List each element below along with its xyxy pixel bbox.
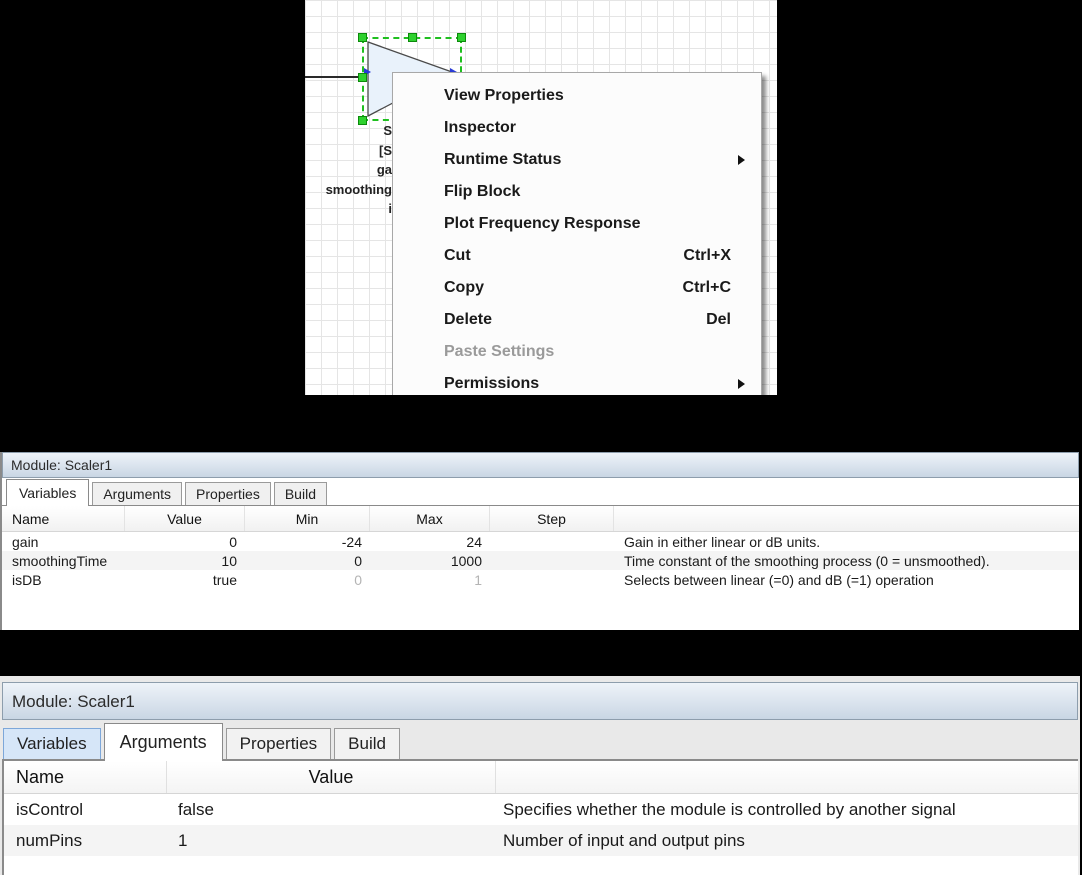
table-row[interactable]: numPins 1 Number of input and output pin…: [4, 825, 1078, 856]
menu-item-shortcut: Ctrl+X: [683, 240, 731, 272]
menu-item-label: Delete: [444, 311, 492, 328]
block-caption-line: smoothing: [323, 180, 392, 200]
menu-item-shortcut: Ctrl+C: [683, 272, 731, 304]
table-row[interactable]: smoothingTime 10 0 1000 Time constant of…: [2, 551, 1079, 570]
tab-variables[interactable]: Variables: [3, 728, 101, 759]
block-caption: S [S ga smoothing i: [323, 121, 392, 219]
column-header-min: Min: [245, 506, 370, 531]
variable-name: smoothingTime: [2, 553, 125, 569]
block-caption-line: ga: [323, 160, 392, 180]
submenu-arrow-icon: [738, 155, 745, 165]
table-header: Name Value Min Max Step: [2, 506, 1079, 532]
argument-description: Number of input and output pins: [496, 831, 1078, 851]
column-header-value: Value: [125, 506, 245, 531]
arguments-panel-tabstrip: Variables Arguments Properties Build: [2, 720, 1078, 761]
menu-item-label: Copy: [444, 279, 484, 296]
variable-max: 1: [370, 572, 490, 588]
menu-item-label: Permissions: [444, 375, 539, 392]
column-header-description: [496, 761, 1078, 793]
selection-handle-mid-left[interactable]: [358, 73, 367, 82]
variable-min[interactable]: -24: [245, 534, 370, 550]
tab-build[interactable]: Build: [274, 482, 327, 505]
submenu-arrow-icon: [738, 379, 745, 389]
column-header-max: Max: [370, 506, 490, 531]
menu-item-label: View Properties: [444, 87, 564, 104]
tab-arguments[interactable]: Arguments: [104, 723, 223, 761]
menu-item-copy[interactable]: Copy Ctrl+C: [393, 272, 761, 304]
menu-item-runtime-status[interactable]: Runtime Status: [393, 144, 761, 176]
menu-item-label: Cut: [444, 247, 471, 264]
variable-name: isDB: [2, 572, 125, 588]
column-header-description: [614, 506, 1079, 531]
argument-value[interactable]: 1: [167, 831, 496, 851]
block-caption-line: [S: [323, 141, 392, 161]
tab-properties[interactable]: Properties: [226, 728, 331, 759]
table-header: Name Value: [4, 761, 1078, 794]
tab-properties[interactable]: Properties: [185, 482, 271, 505]
panel-title: Module: Scaler1: [2, 682, 1078, 720]
arguments-table: Name Value isControl false Specifies whe…: [2, 761, 1078, 875]
menu-item-flip-block[interactable]: Flip Block: [393, 176, 761, 208]
menu-item-label: Paste Settings: [444, 343, 554, 360]
menu-item-permissions[interactable]: Permissions: [393, 368, 761, 395]
argument-name: isControl: [4, 800, 167, 820]
selection-handle-top-mid[interactable]: [408, 33, 417, 42]
variable-value[interactable]: 10: [125, 553, 245, 569]
menu-item-plot-frequency-response[interactable]: Plot Frequency Response: [393, 208, 761, 240]
menu-item-cut[interactable]: Cut Ctrl+X: [393, 240, 761, 272]
context-menu: View Properties Inspector Runtime Status…: [392, 72, 762, 395]
variable-description: Time constant of the smoothing process (…: [614, 553, 1079, 569]
tab-build[interactable]: Build: [334, 728, 400, 759]
block-caption-line: S: [323, 121, 392, 141]
menu-item-inspector[interactable]: Inspector: [393, 112, 761, 144]
table-row[interactable]: isDB true 0 1 Selects between linear (=0…: [2, 570, 1079, 589]
menu-item-label: Flip Block: [444, 183, 520, 200]
variable-min[interactable]: 0: [245, 553, 370, 569]
variable-name: gain: [2, 534, 125, 550]
argument-name: numPins: [4, 831, 167, 851]
design-canvas[interactable]: S [S ga smoothing i View Properties Insp…: [305, 0, 777, 395]
menu-item-label: Plot Frequency Response: [444, 215, 641, 232]
menu-item-shortcut: Del: [706, 304, 731, 336]
variable-max[interactable]: 1000: [370, 553, 490, 569]
block-caption-line: i: [323, 199, 392, 219]
module-arguments-panel: Module: Scaler1 Variables Arguments Prop…: [0, 676, 1080, 875]
selection-handle-top-left[interactable]: [358, 33, 367, 42]
module-variables-panel: Module: Scaler1 Variables Arguments Prop…: [0, 452, 1079, 630]
column-header-value: Value: [167, 761, 496, 793]
table-row[interactable]: isControl false Specifies whether the mo…: [4, 794, 1078, 825]
menu-item-view-properties[interactable]: View Properties: [393, 80, 761, 112]
column-header-name: Name: [4, 761, 167, 793]
menu-item-label: Runtime Status: [444, 151, 561, 168]
argument-value[interactable]: false: [167, 800, 496, 820]
selection-handle-top-right[interactable]: [457, 33, 466, 42]
column-header-step: Step: [490, 506, 614, 531]
menu-item-label: Inspector: [444, 119, 516, 136]
variable-min: 0: [245, 572, 370, 588]
variables-panel-tabstrip: Variables Arguments Properties Build: [2, 478, 1079, 506]
variable-value[interactable]: true: [125, 572, 245, 588]
variable-description: Selects between linear (=0) and dB (=1) …: [614, 572, 1079, 588]
variable-description: Gain in either linear or dB units.: [614, 534, 1079, 550]
argument-description: Specifies whether the module is controll…: [496, 800, 1078, 820]
column-header-name: Name: [2, 506, 125, 531]
variable-max[interactable]: 24: [370, 534, 490, 550]
variable-value[interactable]: 0: [125, 534, 245, 550]
menu-item-delete[interactable]: Delete Del: [393, 304, 761, 336]
tab-arguments[interactable]: Arguments: [92, 482, 182, 505]
tab-variables[interactable]: Variables: [6, 479, 89, 506]
panel-title: Module: Scaler1: [2, 452, 1079, 478]
menu-item-paste-settings: Paste Settings: [393, 336, 761, 368]
table-row[interactable]: gain 0 -24 24 Gain in either linear or d…: [2, 532, 1079, 551]
